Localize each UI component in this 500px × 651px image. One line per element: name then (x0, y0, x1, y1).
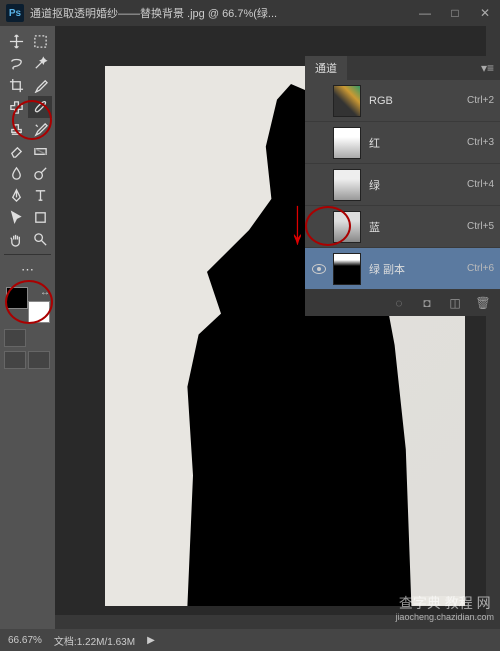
crop-tool[interactable] (4, 74, 28, 96)
maximize-button[interactable]: □ (440, 0, 470, 26)
minimize-button[interactable]: — (410, 0, 440, 26)
channel-thumbnail (333, 169, 361, 201)
channel-thumbnail (333, 85, 361, 117)
statusbar: 66.67% 文档:1.22M/1.63M ▶ (0, 629, 500, 651)
app-icon: Ps (6, 4, 24, 22)
document-size: 文档:1.22M/1.63M (54, 633, 135, 648)
channels-panel: 通道 ▾≡ RGB Ctrl+2 红 Ctrl+3 绿 Ctrl+4 蓝 Ctr… (305, 56, 500, 316)
visibility-toggle[interactable] (311, 93, 327, 109)
watermark-footer: 查字典 教程 网 jiaocheng.chazidian.com (395, 595, 494, 623)
quickmask-button[interactable] (4, 329, 26, 347)
channel-shortcut: Ctrl+2 (467, 95, 494, 106)
toolbox: ⋯ ↔ (0, 26, 55, 651)
channel-name: RGB (369, 95, 467, 107)
channel-thumbnail (333, 127, 361, 159)
channel-red[interactable]: 红 Ctrl+3 (305, 122, 500, 164)
close-button[interactable]: ✕ (470, 0, 500, 26)
swap-colors-icon[interactable]: ↔ (40, 287, 50, 298)
channel-rgb[interactable]: RGB Ctrl+2 (305, 80, 500, 122)
brush-tool[interactable] (28, 96, 52, 118)
pen-tool[interactable] (4, 184, 28, 206)
channel-name: 绿 (369, 177, 467, 193)
channel-blue[interactable]: 蓝 Ctrl+5 (305, 206, 500, 248)
channel-name: 蓝 (369, 219, 467, 235)
history-brush-tool[interactable] (28, 118, 52, 140)
delete-channel-icon[interactable]: 🗑 (476, 296, 490, 310)
channel-shortcut: Ctrl+6 (467, 263, 494, 274)
tab-channels[interactable]: 通道 (305, 56, 347, 80)
gradient-tool[interactable] (28, 140, 52, 162)
zoom-tool[interactable] (28, 228, 52, 250)
titlebar: Ps 通道抠取透明婚纱——替换背景 .jpg @ 66.7%(绿... — □ … (0, 0, 500, 26)
channel-green[interactable]: 绿 Ctrl+4 (305, 164, 500, 206)
edit-toolbar[interactable]: ⋯ (4, 259, 51, 281)
screenmode-button[interactable] (4, 351, 26, 369)
statusbar-arrow-icon[interactable]: ▶ (147, 635, 155, 646)
hand-tool[interactable] (4, 228, 28, 250)
move-tool[interactable] (4, 30, 28, 52)
stamp-tool[interactable] (4, 118, 28, 140)
screenmode2-button[interactable] (28, 351, 50, 369)
healing-tool[interactable] (4, 96, 28, 118)
channel-shortcut: Ctrl+4 (467, 179, 494, 190)
channel-list: RGB Ctrl+2 红 Ctrl+3 绿 Ctrl+4 蓝 Ctrl+5 绿 … (305, 80, 500, 290)
panel-menu-icon[interactable]: ▾≡ (481, 61, 494, 75)
annotation-arrow-icon: ↓ (290, 186, 305, 261)
dodge-tool[interactable] (28, 162, 52, 184)
visibility-toggle[interactable] (311, 135, 327, 151)
channel-shortcut: Ctrl+5 (467, 221, 494, 232)
background-color[interactable] (28, 301, 50, 323)
color-swatch[interactable]: ↔ (6, 287, 52, 323)
foreground-color[interactable] (6, 287, 28, 309)
path-select-tool[interactable] (4, 206, 28, 228)
visibility-toggle[interactable] (311, 177, 327, 193)
blur-tool[interactable] (4, 162, 28, 184)
marquee-tool[interactable] (28, 30, 52, 52)
document-title: 通道抠取透明婚纱——替换背景 .jpg @ 66.7%(绿... (30, 5, 410, 21)
channel-thumbnail (333, 253, 361, 285)
visibility-toggle[interactable] (311, 219, 327, 235)
channel-thumbnail (333, 211, 361, 243)
eye-icon (312, 264, 326, 274)
wand-tool[interactable] (28, 52, 52, 74)
channel-name: 红 (369, 135, 467, 151)
shape-tool[interactable] (28, 206, 52, 228)
channel-shortcut: Ctrl+3 (467, 137, 494, 148)
channel-name: 绿 副本 (369, 261, 467, 277)
load-selection-icon[interactable]: ◌ (392, 296, 406, 310)
zoom-level[interactable]: 66.67% (8, 635, 42, 646)
eraser-tool[interactable] (4, 140, 28, 162)
channel-green-copy[interactable]: 绿 副本 Ctrl+6 (305, 248, 500, 290)
watermark-main: 查字典 教程 网 (399, 595, 491, 611)
window-controls: — □ ✕ (410, 0, 500, 26)
watermark-sub: jiaocheng.chazidian.com (395, 612, 494, 623)
panel-footer: ◌ ◘ ◫ 🗑 (305, 290, 500, 316)
type-tool[interactable] (28, 184, 52, 206)
lasso-tool[interactable] (4, 52, 28, 74)
save-selection-icon[interactable]: ◘ (420, 296, 434, 310)
panel-tabs: 通道 ▾≡ (305, 56, 500, 80)
new-channel-icon[interactable]: ◫ (448, 296, 462, 310)
eyedropper-tool[interactable] (28, 74, 52, 96)
visibility-toggle[interactable] (311, 261, 327, 277)
